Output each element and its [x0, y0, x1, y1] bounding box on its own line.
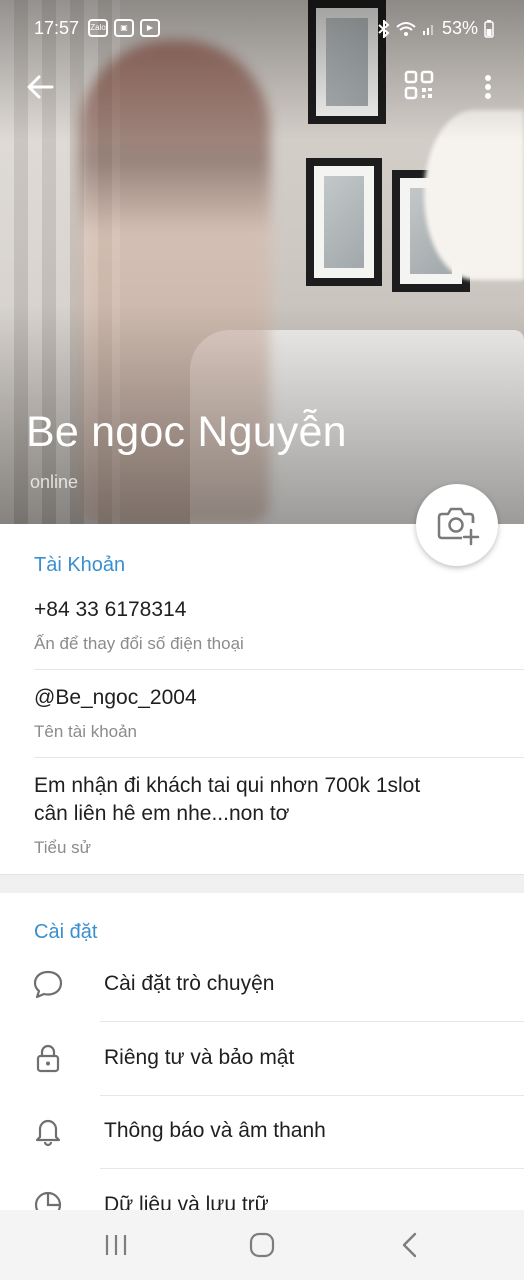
system-navigation-bar — [0, 1210, 524, 1280]
arrow-left-icon — [27, 75, 54, 99]
settings-section: Cài đặt Cài đặt trò chuyện Riêng tư và b… — [0, 893, 524, 1210]
username-hint: Tên tài khoản — [34, 722, 138, 741]
bio-line-1: Em nhận đi khách tai qui nhơn 700k 1slot — [34, 774, 421, 797]
section-separator — [0, 874, 524, 894]
status-bar: 17:57 Zalo ▣ ▶ 53% — [34, 14, 494, 44]
profile-status: online — [30, 472, 79, 492]
home-button[interactable] — [246, 1230, 278, 1260]
bluetooth-icon — [378, 19, 390, 38]
pie-chart-icon — [34, 1191, 62, 1210]
qr-code-icon — [404, 70, 434, 100]
profile-name: Be ngoc Nguyễn — [26, 408, 347, 456]
bio-hint: Tiểu sử — [34, 838, 92, 857]
bio-line-2: cân liên hê em nhe...non tơ — [34, 802, 290, 825]
more-vertical-icon — [485, 75, 491, 99]
settings-item-label: Thông báo và âm thanh — [104, 1119, 326, 1142]
set-photo-button[interactable] — [416, 484, 498, 566]
status-time: 17:57 — [34, 18, 80, 38]
phone-hint: Ấn để thay đổi số điện thoại — [34, 634, 244, 653]
wall-frame — [306, 158, 382, 286]
settings-section-title: Cài đặt — [34, 921, 98, 943]
settings-item-label: Riêng tư và bảo mật — [104, 1046, 295, 1069]
signal-icon — [422, 24, 433, 35]
more-options-button[interactable] — [478, 70, 498, 104]
phone-number: +84 33 6178314 — [34, 598, 187, 621]
bio-row[interactable]: Em nhận đi khách tai qui nhơn 700k 1slot… — [0, 758, 524, 874]
gallery-icon: ▣ — [114, 19, 134, 37]
battery-icon — [484, 19, 494, 38]
battery-percent: 53% — [441, 18, 478, 38]
username: @Be_ngoc_2004 — [34, 686, 197, 709]
settings-item-notifications[interactable]: Thông báo và âm thanh — [0, 1095, 524, 1167]
zalo-icon: Zalo — [88, 19, 108, 37]
video-icon: ▶ — [140, 19, 160, 37]
back-nav-button[interactable] — [394, 1230, 426, 1260]
account-section: Tài Khoản +84 33 6178314 Ấn để thay đổi … — [0, 524, 524, 874]
camera-add-icon — [437, 507, 480, 546]
wifi-icon — [396, 21, 416, 36]
chat-bubble-icon — [33, 970, 63, 999]
phone-row[interactable]: +84 33 6178314 Ấn để thay đổi số điện th… — [0, 584, 524, 668]
qr-code-button[interactable] — [404, 70, 434, 100]
account-section-title: Tài Khoản — [34, 554, 126, 576]
settings-item-chat[interactable]: Cài đặt trò chuyện — [0, 948, 524, 1020]
bell-icon — [35, 1119, 61, 1147]
recent-apps-button[interactable] — [100, 1230, 132, 1260]
settings-item-data-storage[interactable]: Dữ liệu và lưu trữ — [0, 1169, 524, 1210]
back-button[interactable] — [24, 70, 58, 104]
username-row[interactable]: @Be_ngoc_2004 Tên tài khoản — [0, 670, 524, 756]
settings-item-label: Cài đặt trò chuyện — [104, 972, 275, 995]
settings-item-privacy[interactable]: Riêng tư và bảo mật — [0, 1022, 524, 1094]
settings-item-label: Dữ liệu và lưu trữ — [104, 1193, 269, 1210]
lock-icon — [36, 1044, 60, 1073]
